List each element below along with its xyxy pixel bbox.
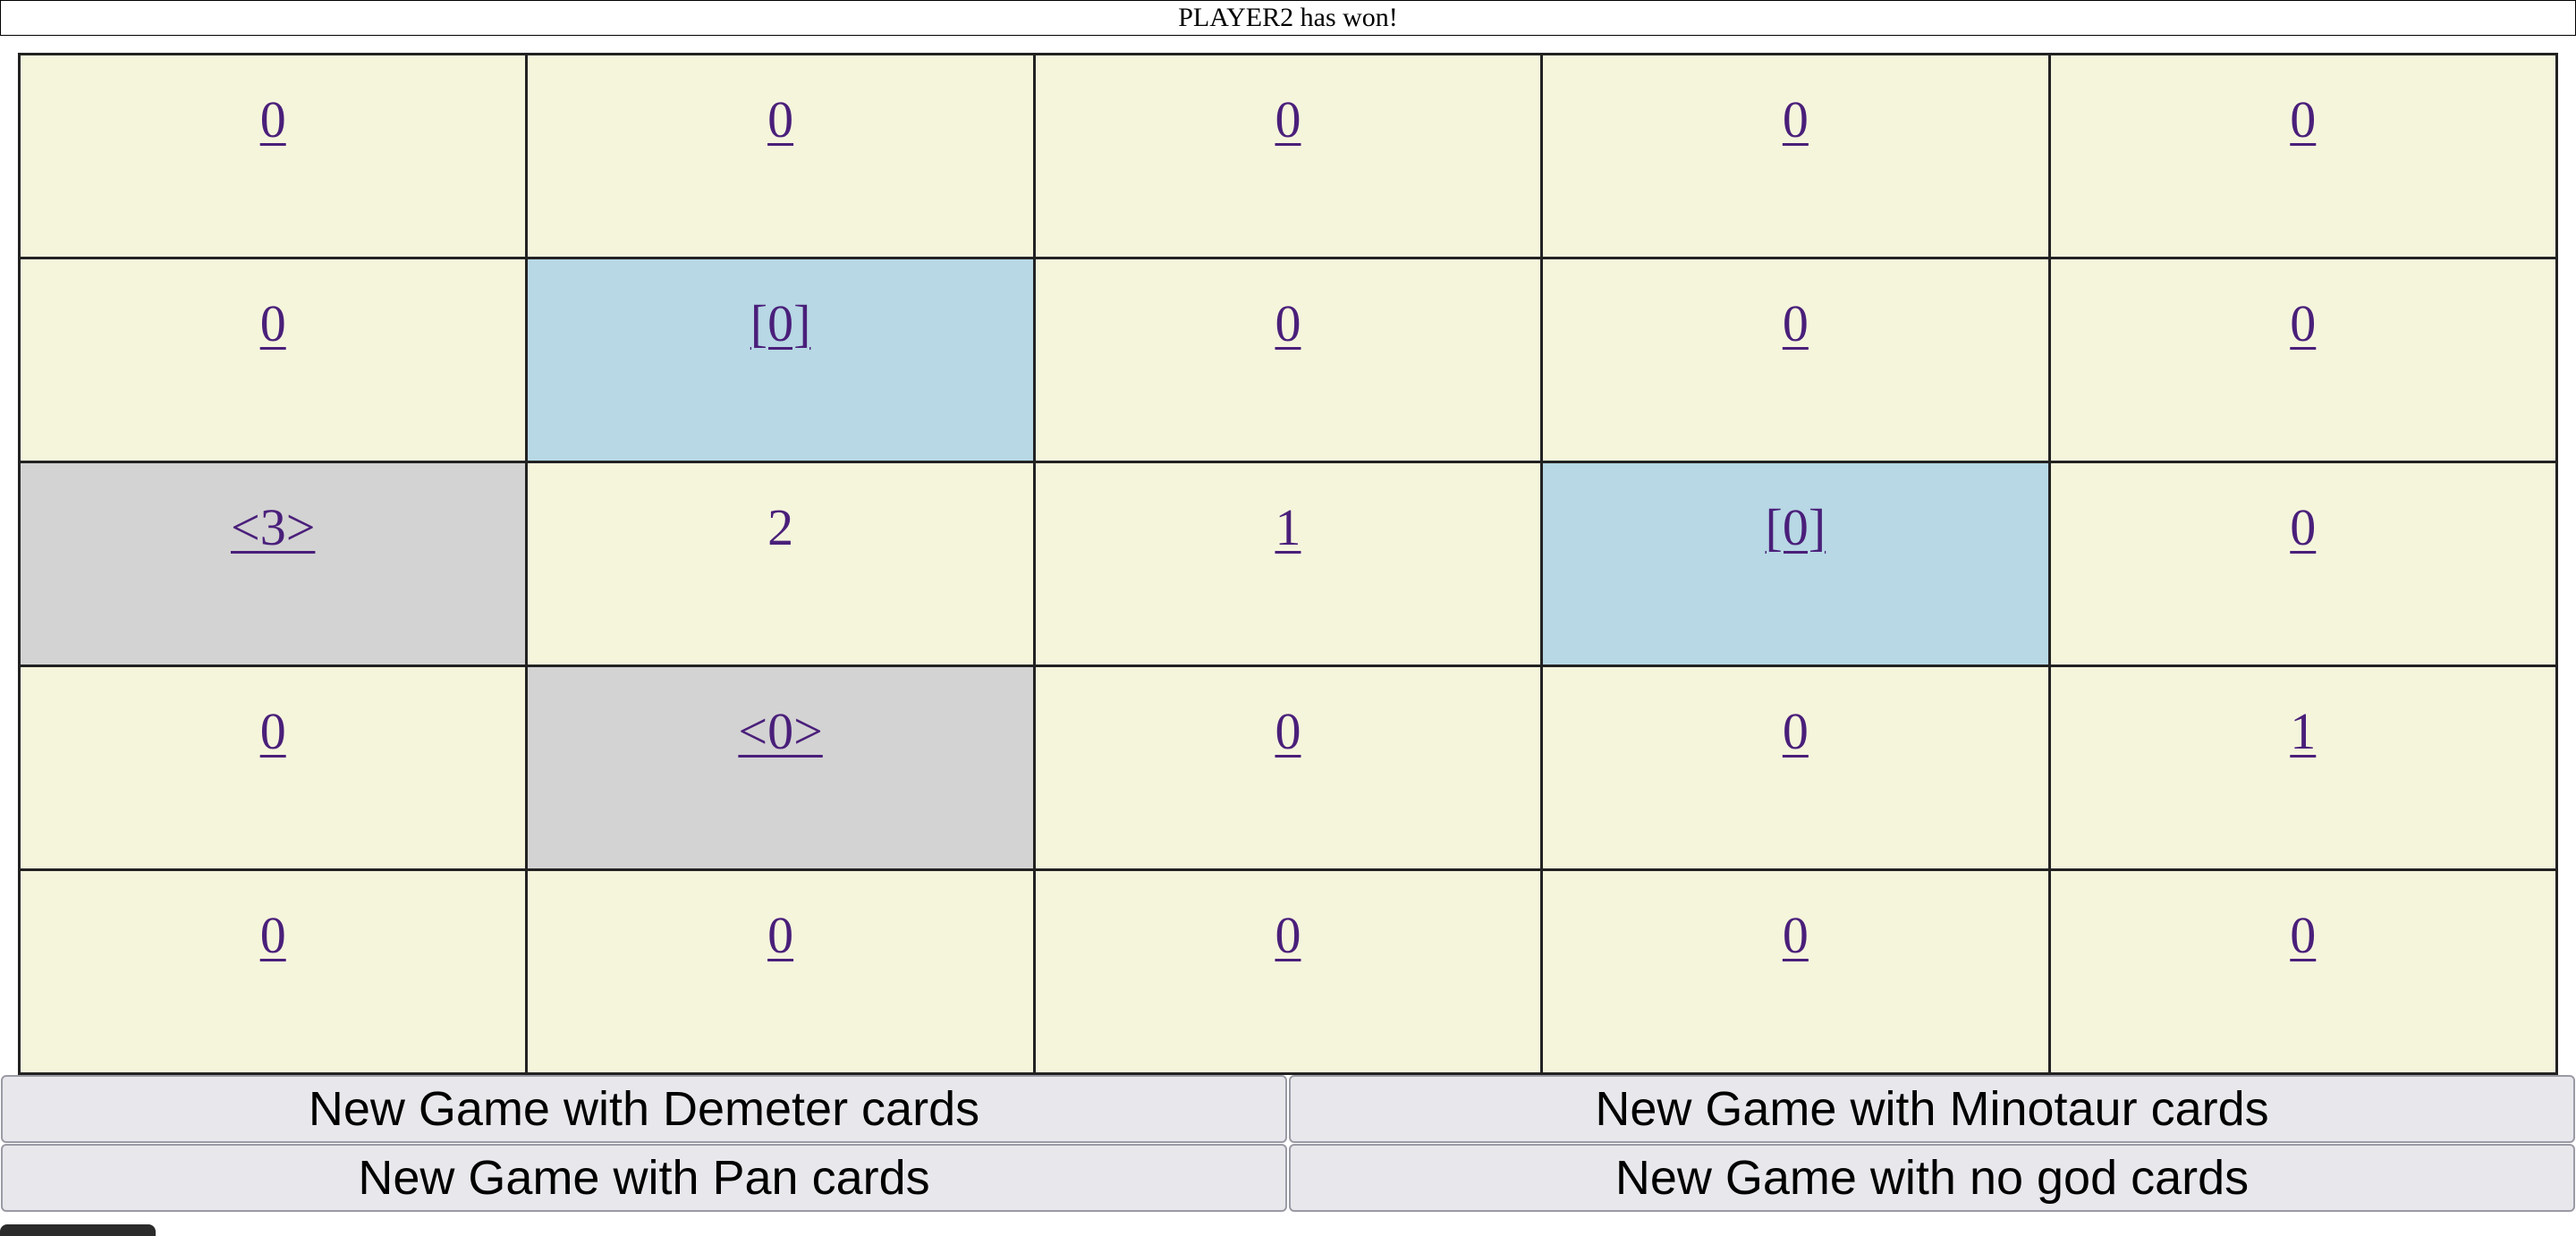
cell-link[interactable]: 0 [767,905,793,965]
cell-link[interactable]: 1 [1275,497,1301,557]
board-cell[interactable]: 0 [1032,868,1544,1075]
cell-link[interactable]: 0 [1275,293,1301,353]
board-cell-worker-player1[interactable]: [0] [525,257,1036,463]
game-board: 0 0 0 0 0 0 [0] 0 0 0 <3> 2 1 [0] 0 0 <0… [17,53,2559,1075]
board-cell[interactable]: 1 [1032,461,1544,667]
cell-link[interactable]: 0 [260,293,286,353]
board-cell[interactable]: 0 [2047,257,2559,463]
board-cell[interactable]: 0 [17,53,529,259]
cell-link[interactable]: 0 [1783,89,1809,149]
cell-link[interactable]: 0 [1275,89,1301,149]
cell-link[interactable]: 0 [260,701,286,761]
board-row: 0 0 0 0 0 [17,53,2559,259]
cell-link[interactable]: [0] [1766,497,1826,557]
new-game-pan-button[interactable]: New Game with Pan cards [1,1144,1287,1212]
board-cell[interactable]: 0 [17,868,529,1075]
board-cell[interactable]: 0 [1032,257,1544,463]
board-cell[interactable]: 0 [1540,53,2051,259]
board-cell[interactable]: 0 [1540,868,2051,1075]
cell-link[interactable]: 0 [767,89,793,149]
cell-link[interactable]: 0 [2290,905,2316,965]
board-cell: 2 [525,461,1036,667]
cell-link[interactable]: 0 [2290,89,2316,149]
board-cell[interactable]: 0 [525,868,1036,1075]
new-game-buttons: New Game with Demeter cards New Game wit… [0,1075,2576,1212]
cell-link[interactable]: 0 [1783,905,1809,965]
board-cell-worker-player2[interactable]: <3> [17,461,529,667]
board-cell[interactable]: 1 [2047,665,2559,871]
game-status-banner: PLAYER2 has won! [0,0,2576,36]
board-cell[interactable]: 0 [1540,257,2051,463]
game-status-text: PLAYER2 has won! [1178,3,1398,32]
board-cell-worker-player2[interactable]: <0> [525,665,1036,871]
board-cell[interactable]: 0 [17,665,529,871]
board-cell[interactable]: 0 [1540,665,2051,871]
cell-link[interactable]: [0] [750,293,811,353]
board-cell[interactable]: 0 [525,53,1036,259]
cell-link[interactable]: 0 [260,905,286,965]
board-cell[interactable]: 0 [1032,665,1544,871]
board-cell[interactable]: 0 [2047,461,2559,667]
board-row: <3> 2 1 [0] 0 [17,461,2559,667]
cell-link[interactable]: 0 [1275,905,1301,965]
cell-link[interactable]: <0> [738,701,822,761]
board-cell[interactable]: 0 [2047,53,2559,259]
board-cell-worker-player1[interactable]: [0] [1540,461,2051,667]
cell-link[interactable]: 0 [1275,701,1301,761]
cell-link[interactable]: 0 [1783,701,1809,761]
board-cell[interactable]: 0 [17,257,529,463]
cell-label: 2 [767,498,794,556]
board-cell[interactable]: 0 [1032,53,1544,259]
cell-link[interactable]: 0 [1783,293,1809,353]
devtools-badge [0,1224,156,1236]
new-game-no-god-button[interactable]: New Game with no god cards [1289,1144,2575,1212]
cell-link[interactable]: <3> [231,497,315,557]
new-game-minotaur-button[interactable]: New Game with Minotaur cards [1289,1075,2575,1143]
cell-link[interactable]: 0 [2290,497,2316,557]
cell-link[interactable]: 0 [2290,293,2316,353]
board-row: 0 0 0 0 0 [17,868,2559,1075]
cell-link[interactable]: 0 [260,89,286,149]
new-game-demeter-button[interactable]: New Game with Demeter cards [1,1075,1287,1143]
board-row: 0 [0] 0 0 0 [17,257,2559,463]
board-cell[interactable]: 0 [2047,868,2559,1075]
board-row: 0 <0> 0 0 1 [17,665,2559,871]
cell-link[interactable]: 1 [2290,701,2316,761]
